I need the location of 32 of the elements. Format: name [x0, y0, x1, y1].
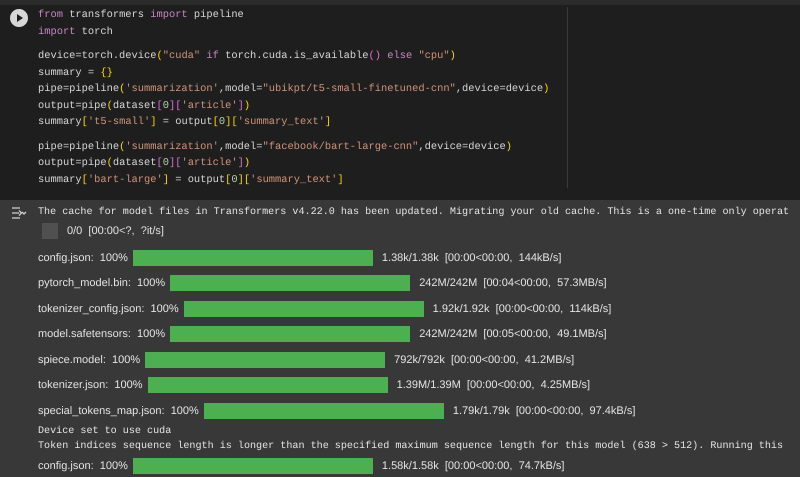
progress-label: special_tokens_map.json: 100% [38, 404, 199, 418]
code-line: summary = {} [38, 66, 113, 80]
progress-label: pytorch_model.bin: 100% [38, 276, 166, 291]
progress-label: spiece.model: 100% [38, 352, 140, 368]
code-line: device=torch.device("cuda" if torch.cuda.is_available() else "cpu") [38, 49, 456, 64]
output-menu-icon[interactable] [11, 207, 27, 219]
progress-label: model.safetensors: 100% [38, 327, 166, 342]
progress-stats: 792k/792k [00:00<00:00, 41.2MB/s] [394, 352, 574, 368]
code-line: summary['t5-small'] = output[0]['summary_text'] [38, 115, 332, 130]
code-line: from transformers import pipeline [38, 8, 244, 23]
output-text: Device set to use cuda [38, 424, 172, 438]
progress-label: tokenizer_config.json: 100% [38, 302, 179, 316]
code-line: import torch [38, 24, 113, 40]
progress-stats: 1.39M/1.39M [00:00<00:00, 4.25MB/s] [396, 378, 590, 393]
progress-stats: 242M/242M [00:04<00:00, 57.3MB/s] [419, 276, 607, 291]
progress-stats: 242M/242M [00:05<00:00, 49.1MB/s] [419, 327, 607, 342]
code-line: output=pipe(dataset[0]['article']) [38, 156, 250, 171]
code-line: output=pipe(dataset[0]['article']) [38, 98, 250, 114]
progress-stats: 1.58k/1.58k [00:00<00:00, 74.7kB/s] [382, 459, 564, 474]
output-text: Token indices sequence length is longer than the specified maximum sequence length for this model (638 > 512). Running this [38, 440, 784, 454]
progress-stats: 1.92k/1.92k [00:00<00:00, 114kB/s] [432, 302, 612, 316]
progress-label: tokenizer.json: 100% [38, 378, 143, 393]
code-line: pipe=pipeline('summarization',model="facebook/bart-large-cnn",device=device) [38, 140, 512, 154]
code-line: pipe=pipeline('summarization',model="ubikpt/t5-small-finetuned-cnn",device=device) [38, 82, 550, 97]
progress-stats: 0/0 [00:00<?, ?it/s] [67, 224, 164, 239]
output-text: The cache for model files in Transformers v4.22.0 has been updated. Migrating your old cache. This is a one-time only operat [38, 206, 790, 220]
code-line: summary['bart-large'] = output[0]['summary_text'] [38, 172, 344, 188]
run-button[interactable] [10, 9, 28, 27]
progress-label: config.json: 100% [38, 459, 128, 474]
progress-stats: 1.79k/1.79k [00:00<00:00, 97.4kB/s] [452, 404, 636, 418]
progress-stats: 1.38k/1.38k [00:00<00:00, 144kB/s] [382, 250, 562, 266]
progress-label: config.json: 100% [38, 250, 128, 266]
